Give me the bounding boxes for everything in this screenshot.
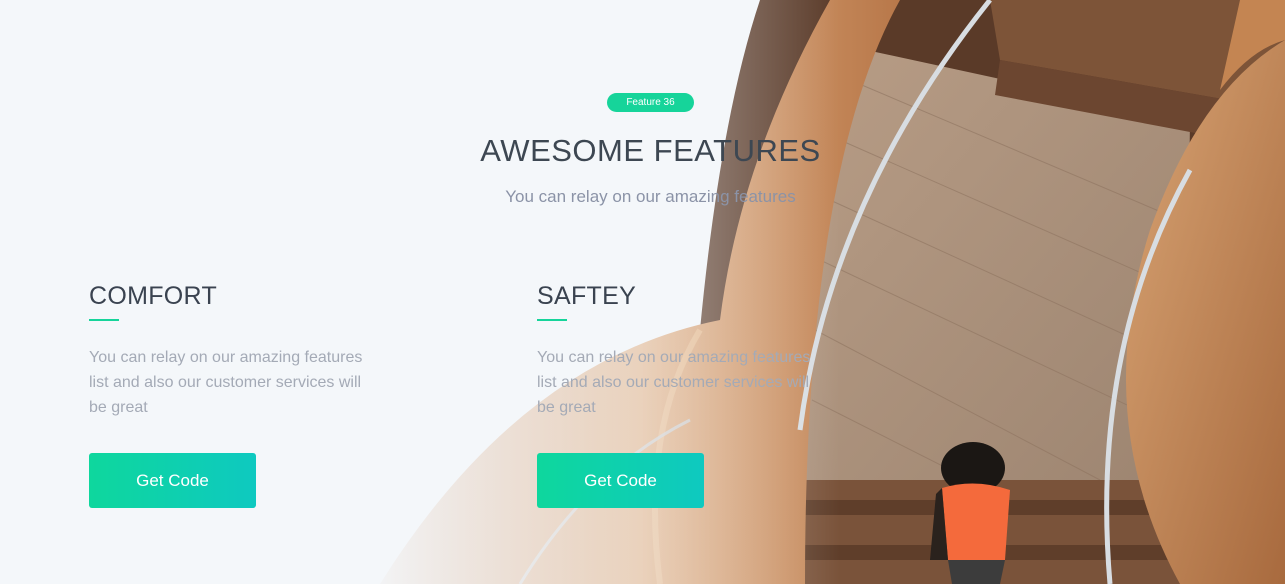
section-title: AWESOME FEATURES: [480, 133, 821, 168]
feature-description: You can relay on our amazing features li…: [537, 349, 811, 416]
features-section: Feature 36 AWESOME FEATURES You can rela…: [0, 0, 1285, 584]
feature-title: SAFTEY: [537, 282, 637, 310]
feature-title: COMFORT: [89, 282, 218, 310]
get-code-button[interactable]: Get Code: [537, 453, 704, 508]
feature-description: You can relay on our amazing features li…: [89, 349, 363, 416]
feature-title-underline: [537, 319, 567, 321]
feature-title-underline: [89, 319, 119, 321]
feature-card-saftey: SAFTEY You can relay on our amazing feat…: [537, 282, 837, 508]
feature-card-comfort: COMFORT You can relay on our amazing fea…: [89, 282, 389, 508]
feature-badge: Feature 36: [607, 93, 694, 112]
get-code-button[interactable]: Get Code: [89, 453, 256, 508]
section-subtitle: You can relay on our amazing features: [505, 187, 796, 206]
